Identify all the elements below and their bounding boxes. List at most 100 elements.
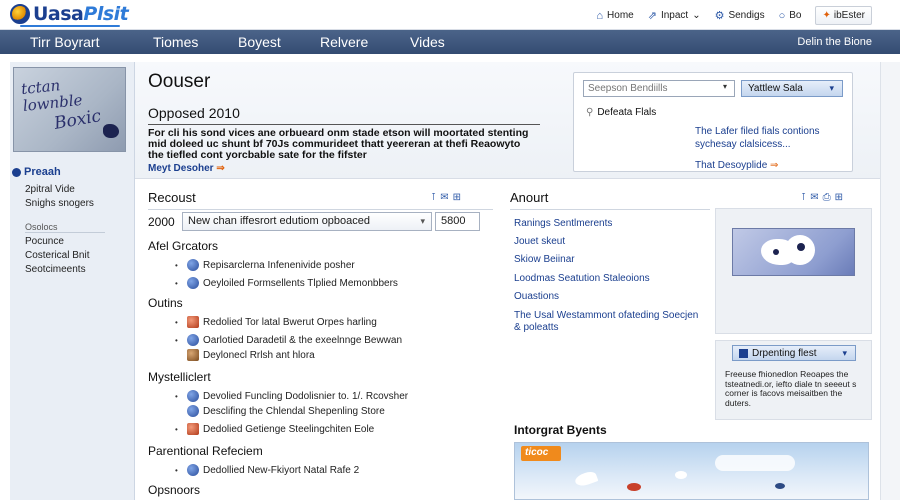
rss-icon[interactable]: ⊺ — [431, 192, 436, 203]
home-icon — [187, 316, 199, 328]
search-input[interactable] — [583, 80, 735, 97]
list-item[interactable]: • Redolied Tor latal Bwerut Orpes harling — [175, 316, 377, 328]
ink-splat-decoration — [103, 124, 119, 138]
top-link-settings[interactable]: ⚙ Sendigs — [715, 9, 765, 22]
logo-underline — [20, 25, 120, 27]
nav-item-vides[interactable]: Vides — [410, 34, 445, 50]
promo-dropdown-button[interactable]: Drpenting flest ▾ — [732, 345, 856, 361]
list-item-label: Deylonecl Rrlsh ant hlora — [203, 349, 315, 361]
top-link-label: Home — [607, 10, 634, 21]
promo-text: Freeuse fhionedlon Reoapes the tsteatned… — [725, 369, 857, 408]
print-icon[interactable]: ⎙ — [823, 192, 831, 203]
top-link-home[interactable]: ⌂ Home — [596, 10, 633, 22]
filter-number[interactable]: 5800 — [435, 212, 480, 231]
search-result-link[interactable]: The Lafer filed fials contions sychesay … — [695, 125, 845, 151]
bird-decoration — [775, 483, 785, 489]
top-links: ⌂ Home ⇗ Inpact ⌄ ⚙ Sendigs ○ Bo ✦ ibEster — [596, 6, 872, 25]
nav-right-link[interactable]: Delin the Bione — [797, 36, 872, 48]
vertical-scrollbar[interactable] — [880, 62, 900, 500]
sidebar-banner-image[interactable]: tctan lownble Boxic — [13, 67, 126, 152]
promo-image[interactable] — [732, 228, 855, 276]
list-item[interactable]: Deylonecl Rrlsh ant hlora — [175, 349, 315, 361]
chevron-down-icon: ▾ — [420, 216, 425, 226]
filter-select-value: New chan iffesrort edutiom opboaced — [188, 215, 371, 227]
refine-label: Defeata Flals — [597, 107, 657, 118]
bird-decoration — [573, 469, 599, 489]
rss-icon[interactable]: ⊺ — [801, 192, 806, 203]
site-logo[interactable]: UasaPlsit — [10, 3, 129, 25]
nav-item-boyest[interactable]: Boyest — [238, 34, 281, 50]
nav-item-home[interactable]: Tirr Boyrart — [30, 34, 99, 50]
bullet-icon: • — [175, 260, 178, 270]
globe-logo-icon — [10, 4, 30, 24]
list-item-label: Desclifing the Chlendal Shepenling Store — [203, 405, 385, 417]
grid-icon[interactable]: ⊞ — [835, 192, 843, 203]
login-button[interactable]: ✦ ibEster — [815, 6, 872, 25]
bullet-icon: • — [175, 391, 178, 401]
section-heading: Parentional Refeciem — [148, 444, 263, 458]
impact-icon: ⇗ — [647, 10, 657, 22]
nav-item-tiomes[interactable]: Tiomes — [153, 34, 198, 50]
recent-heading: Recoust — [148, 190, 196, 205]
nav-item-relvere[interactable]: Relvere — [320, 34, 368, 50]
top-link-label: Inpact — [660, 10, 689, 21]
bullet-icon: • — [175, 317, 178, 327]
bullet-icon: • — [175, 278, 178, 288]
grid-icon[interactable]: ⊞ — [453, 192, 461, 203]
tool-icon — [187, 349, 199, 361]
sidebar-link[interactable]: Costerical Bnit — [25, 250, 89, 261]
search-button[interactable]: Yattlew Sala ▾ — [741, 80, 843, 97]
refine-link[interactable]: ⚲ Defeata Flals — [586, 107, 656, 118]
left-sidebar: tctan lownble Boxic Preaah 2pitral Vide S… — [10, 62, 135, 500]
list-item[interactable]: • Dedolied Getienge Steelingchiten Eole — [175, 423, 374, 435]
list-item[interactable]: • Dedollied New-Fkiyort Natal Rafe 2 — [175, 464, 359, 476]
list-item-label: Redolied Tor latal Bwerut Orpes harling — [203, 316, 377, 328]
about-link[interactable]: Jouet skeut — [514, 236, 704, 248]
about-divider — [510, 209, 710, 210]
promo-shape — [773, 249, 779, 255]
filter-select[interactable]: New chan iffesrort edutiom opboaced ▾ — [182, 212, 432, 231]
sidebar-heading[interactable]: Preaah — [12, 166, 61, 178]
sidebar-link[interactable]: Seotcimeents — [25, 264, 86, 275]
list-item[interactable]: • Oarlotied Daradetil & the exeelnnge Bew… — [175, 334, 402, 346]
page-title: Oouser — [148, 71, 211, 92]
promo-shape — [797, 243, 805, 251]
sidebar-link[interactable]: Snighs snogers — [25, 198, 94, 209]
email-icon[interactable]: ✉ — [440, 192, 448, 203]
settings-icon: ⚙ — [714, 10, 725, 22]
recent-divider — [148, 209, 493, 210]
top-link-bo[interactable]: ○ Bo — [779, 10, 802, 22]
events-image[interactable]: ticoc — [514, 442, 869, 500]
recent-tools: ⊺ ✉ ⊞ — [431, 192, 461, 203]
list-item[interactable]: • Repisarclerna Infenenivide posher — [175, 259, 355, 271]
about-heading: Anourt — [510, 190, 549, 205]
bullet-circle-icon — [12, 167, 21, 177]
list-item[interactable]: • Devolied Funcling Dodolisnier to. 1/. R… — [175, 390, 408, 402]
about-link[interactable]: Skiow Beiinar — [514, 254, 704, 266]
top-link-impact[interactable]: ⇗ Inpact ⌄ — [648, 9, 701, 22]
list-item[interactable]: Desclifing the Chlendal Shepenling Store — [175, 405, 385, 417]
about-link[interactable]: Ranings Sentlmerents — [514, 218, 704, 230]
search-button-label: Yattlew Sala — [748, 83, 803, 94]
about-link[interactable]: Ouastions — [514, 291, 704, 303]
search-result-link[interactable]: That Desoyplide ⇒ — [695, 159, 845, 172]
sidebar-sub-label: Osolocs — [25, 222, 58, 232]
home-icon: ⌂ — [596, 9, 604, 22]
list-item-label: Dedollied New-Fkiyort Natal Rafe 2 — [203, 464, 360, 476]
events-heading: Intorgrat Byents — [514, 423, 607, 437]
section-heading: Afel Grcators — [148, 239, 219, 253]
about-link[interactable]: Loodmas Seatution Staleoions — [514, 273, 704, 285]
bullet-icon: • — [175, 465, 178, 475]
section-heading: Opsnoors — [148, 483, 201, 497]
sidebar-link[interactable]: 2pitral Vide — [25, 184, 75, 195]
promo-button-label: Drpenting flest — [752, 347, 817, 359]
about-link[interactable]: The Usal Westammont ofateding Soecjen & … — [514, 310, 704, 334]
sidebar-link[interactable]: Pocunce — [25, 236, 64, 247]
globe-icon — [187, 390, 199, 402]
list-item[interactable]: • Oeyloiled Formsellents Tlplied Memonbbe… — [175, 277, 398, 289]
hero-more-link[interactable]: Meyt Desoher ⇒ — [148, 163, 225, 174]
email-icon[interactable]: ✉ — [810, 192, 818, 203]
main-content: Oouser Opposed 2010 For cli his sond vic… — [135, 62, 880, 500]
list-item-label: Oarlotied Daradetil & the exeelnnge Beww… — [203, 334, 403, 346]
user-icon: ✦ — [822, 10, 831, 21]
